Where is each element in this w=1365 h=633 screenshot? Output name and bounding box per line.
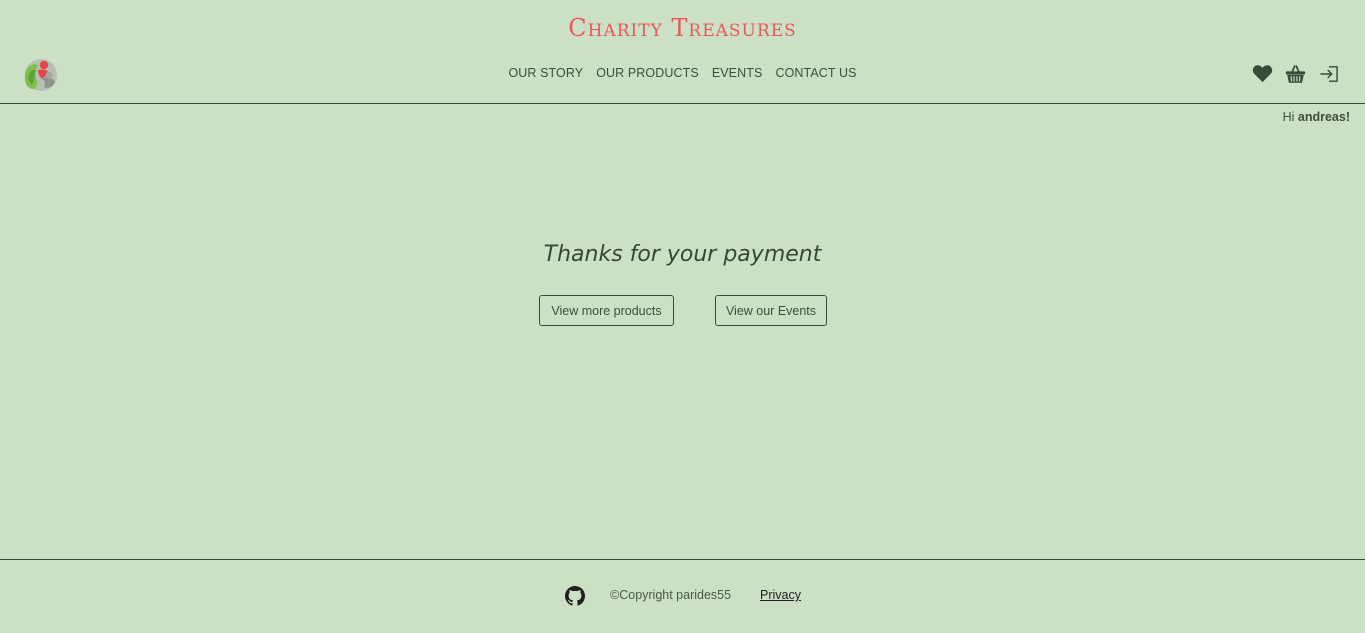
greeting-prefix: Hi bbox=[1282, 110, 1298, 124]
header-divider bbox=[0, 103, 1365, 104]
view-more-products-button[interactable]: View more products bbox=[539, 295, 674, 326]
username: andreas! bbox=[1297, 110, 1350, 124]
main-nav: OUR STORY OUR PRODUCTS EVENTS CONTACT US bbox=[0, 65, 1365, 81]
basket-icon[interactable] bbox=[1285, 63, 1306, 84]
footer: ©Copyright parides55 Privacy bbox=[0, 585, 1365, 609]
site-title[interactable]: Charity Treasures bbox=[0, 14, 1365, 42]
payment-thanks-heading: Thanks for your payment bbox=[543, 242, 822, 267]
nav-contact-us[interactable]: CONTACT US bbox=[775, 65, 856, 81]
nav-events[interactable]: EVENTS bbox=[712, 65, 763, 81]
heart-icon[interactable] bbox=[1252, 63, 1273, 84]
privacy-link[interactable]: Privacy bbox=[760, 588, 801, 602]
header-icons bbox=[1252, 63, 1339, 84]
view-our-events-button[interactable]: View our Events bbox=[715, 295, 827, 326]
page: Charity Treasures OUR STORY OUR PRODUCTS… bbox=[0, 0, 1365, 633]
user-greeting: Hi andreas! bbox=[1283, 110, 1350, 124]
copyright-text: ©Copyright parides55 bbox=[610, 588, 732, 602]
nav-our-story[interactable]: OUR STORY bbox=[508, 65, 583, 81]
footer-divider bbox=[0, 559, 1365, 560]
login-icon[interactable] bbox=[1318, 63, 1339, 84]
github-icon[interactable] bbox=[565, 586, 585, 606]
nav-our-products[interactable]: OUR PRODUCTS bbox=[596, 65, 699, 81]
